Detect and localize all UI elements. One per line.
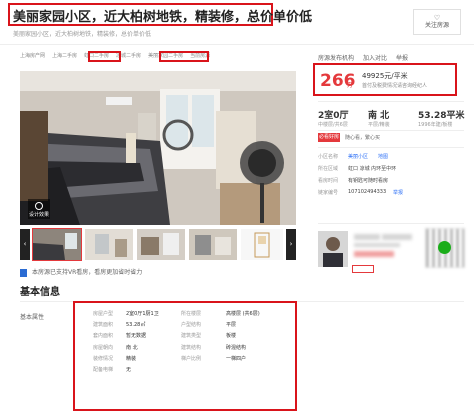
attribute-key: 装修情况 [93,355,114,362]
attribute-key: 所在楼层 [181,311,202,317]
listing-id: 107102494333 [348,189,387,195]
must-see-badge: 必看好房 [318,133,340,142]
attribute-value: 砖混结构 [226,344,247,351]
fact-orientation: 南 北 [368,111,390,121]
listing-title: 美丽家园小区，近大柏树地铁，精装修，总价单价低 [13,10,313,25]
follow-listing-button[interactable]: ♡ 关注房源 [413,9,461,35]
attribute-key: 建筑结构 [181,344,202,351]
attribute-value: 板楼 [226,333,237,340]
main-photo[interactable] [20,71,296,225]
chevron-left-icon[interactable]: ‹ [20,229,30,260]
fact-area-sub: 1996年建/板楼 [418,122,453,128]
area-label: 所在区域 [318,166,339,172]
breadcrumb-item[interactable]: 上海房产网 [20,53,45,59]
attribute-value: 2室0厅1厨1卫 [126,311,159,317]
header-divider [0,44,474,45]
attribute-value: 南 北 [126,344,138,351]
facts-divider [318,130,464,131]
agent-phone-blurred[interactable] [354,251,394,257]
listing-subtitle: 美丽家园小区，近大柏树地铁，精装修，总价单价低 [13,31,152,38]
thumbnail[interactable] [189,229,237,260]
community-highlight-box [159,51,209,62]
attribute-value: 53.28㎡ [126,322,146,329]
heart-icon: ♡ [433,14,441,22]
breadcrumb-item[interactable]: 上海二手房 [52,53,77,59]
thumbnail[interactable] [137,229,185,260]
id-label: 链家编号 [318,190,339,196]
vr-notice-text: 本房源已支持VR看房，看房更加省时省力 [32,269,143,276]
agent-name-blurred[interactable] [354,234,380,240]
fact-layout: 2室0厅 [318,111,349,121]
vr-notice: 本房源已支持VR看房，看房更加省时省力 [20,267,142,277]
district-highlight-box [88,51,121,62]
report-link[interactable]: 举报 [396,55,408,62]
report-link[interactable]: 举报 [393,189,403,196]
agent-title-blurred [382,234,412,240]
community-label: 小区名称 [318,154,339,160]
attribute-value: 高楼层 (共6层) [226,311,260,317]
attribute-value: 平层 [226,322,237,329]
community-link[interactable]: 美丽小区 [348,153,368,160]
attribute-value: 一梯四户 [226,355,247,362]
attribute-key: 套内面积 [93,333,114,340]
attribute-value: 精装 [126,355,137,362]
tags-divider [318,147,464,148]
total-price-unit: 万 [347,82,354,89]
floorplan-thumbnail[interactable] [241,229,283,260]
vr-icon [35,202,43,210]
bedroom-photo-illustration [20,71,296,225]
attribute-key: 梯户比例 [181,355,202,362]
fact-area: 53.28平米 [418,111,465,121]
agent-contact-button[interactable] [352,265,374,273]
visit-value: 有钥匙可随时看房 [348,178,389,184]
visit-label: 看房时间 [318,178,339,184]
attribute-key: 建筑面积 [93,322,114,329]
basic-attributes-label: 基本属性 [20,314,45,321]
price-note[interactable]: 首付及税费情况请咨询经纪人 [362,82,427,89]
chevron-right-icon[interactable]: › [286,229,296,260]
agent-info-blurred [354,243,400,247]
attribute-key: 建筑类型 [181,333,202,340]
map-link[interactable]: 地图 [378,153,388,160]
attribute-value: 无 [126,367,132,373]
vr-badge[interactable]: 设计效果 [28,199,50,219]
fact-orientation-sub: 平层/精装 [368,122,390,128]
agent-avatar[interactable] [318,231,348,267]
fact-layout-sub: 中楼层/共6层 [318,122,348,128]
attribute-value: 暂无数据 [126,333,147,340]
thumbnail[interactable] [85,229,133,260]
tag-text: 随心看，繁心买 [345,135,381,141]
compare-link[interactable]: 加入对比 [363,55,387,62]
wechat-logo-icon [438,241,451,254]
attribute-key: 房屋户型 [93,311,114,317]
location-divider [318,223,464,224]
top-actions: 房源发布机构 加入对比 举报 [318,53,417,62]
thumbnail[interactable] [32,228,82,261]
attribute-key: 配备电梯 [93,367,114,373]
section-title-basic-info: 基本信息 [20,287,60,298]
price-divider [318,101,464,102]
area-value[interactable]: 虹口 凉城 内环至中环 [348,165,396,172]
follow-label: 关注房源 [424,22,449,29]
vr-notice-icon [20,268,27,277]
attribute-key: 户型结构 [181,322,202,329]
vr-badge-label: 设计效果 [28,212,49,218]
unit-price: 49925元/平米 [362,72,408,80]
attribute-key: 房屋朝向 [93,344,114,351]
publisher-link[interactable]: 房源发布机构 [318,55,354,62]
